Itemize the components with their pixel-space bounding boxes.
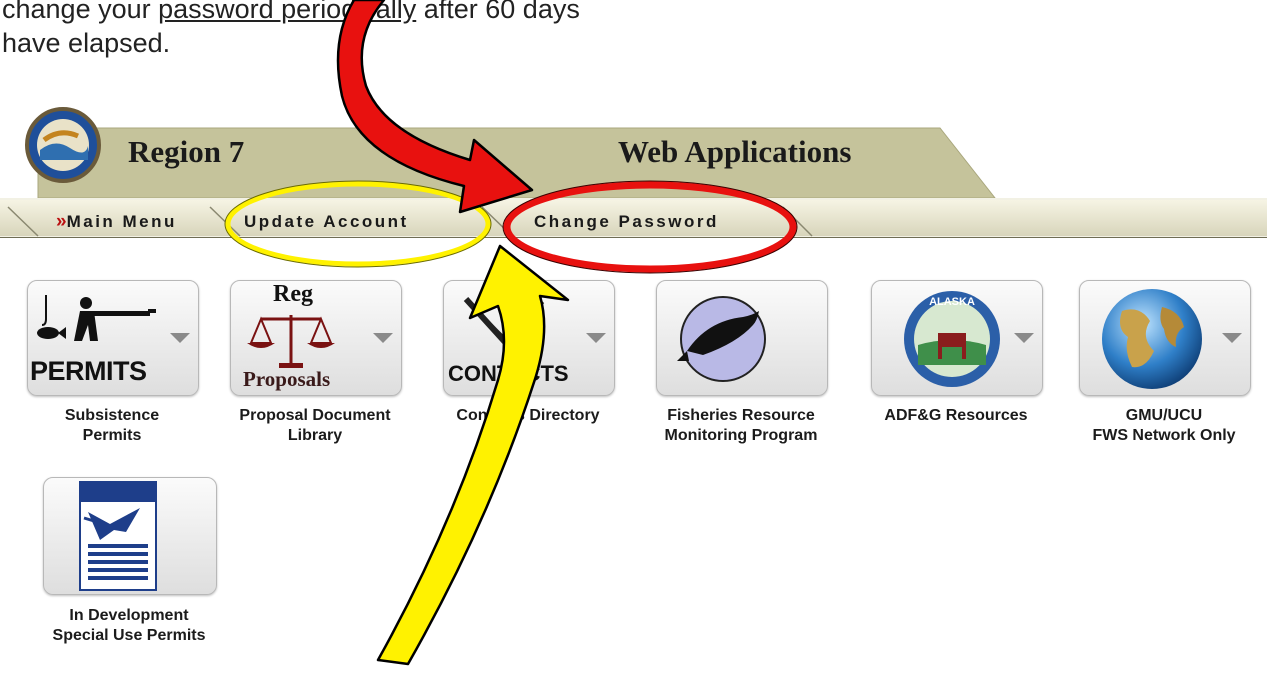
subsistence-permits-label[interactable]: Subsistence Permits	[12, 406, 212, 446]
proposal-library-label[interactable]: Proposal Document Library	[215, 406, 415, 446]
fish-icon	[677, 296, 766, 382]
special-use-permits-label[interactable]: In Development Special Use Permits	[29, 606, 229, 646]
gmu-ucu-tile[interactable]	[1079, 280, 1251, 396]
seal-text: ALASKA	[929, 296, 975, 308]
gmu-ucu-label[interactable]: GMU/UCU FWS Network Only	[1064, 406, 1264, 446]
fisheries-resource-tile[interactable]	[656, 280, 828, 396]
intro-line-1: change your password periodically after …	[2, 0, 580, 26]
reg-tile-word: Reg	[273, 281, 313, 307]
main-menu-tab[interactable]: »Main Menu	[56, 208, 177, 236]
contacts-tile-word: CONTACTS	[448, 361, 569, 386]
fisheries-resource-label[interactable]: Fisheries Resource Monitoring Program	[641, 406, 841, 446]
special-use-permits-tile[interactable]	[43, 477, 217, 595]
contacts-directory-tile[interactable]: CONTACTS	[443, 280, 615, 396]
adfg-resources-tile[interactable]: ALASKA	[871, 280, 1043, 396]
contacts-directory-label[interactable]: Contacts Directory	[428, 406, 628, 426]
web-applications-title: Web Applications	[618, 134, 852, 169]
intro-line-2: have elapsed.	[2, 28, 171, 58]
dropdown-caret-icon[interactable]	[373, 333, 393, 343]
dropdown-caret-icon[interactable]	[1222, 333, 1242, 343]
update-account-tab[interactable]: Update Account	[244, 208, 409, 236]
permits-tile-word: PERMITS	[30, 356, 147, 386]
double-chevron-icon: »	[56, 211, 67, 232]
dropdown-caret-icon[interactable]	[1014, 333, 1034, 343]
intro-text: change your password periodically after …	[2, 0, 580, 60]
nwrs-icon	[79, 481, 157, 591]
change-password-tab[interactable]: Change Password	[534, 208, 719, 236]
dropdown-caret-icon[interactable]	[170, 333, 190, 343]
adfg-resources-label[interactable]: ADF&G Resources	[856, 406, 1056, 426]
region-logo	[25, 107, 101, 183]
password-periodically-link: password periodically	[158, 0, 417, 24]
dropdown-caret-icon[interactable]	[586, 333, 606, 343]
region-title: Region 7	[128, 134, 245, 169]
proposals-tile-word: Proposals	[243, 367, 331, 391]
subsistence-permits-tile[interactable]: PERMITS	[27, 280, 199, 396]
proposal-library-tile[interactable]: Reg Proposals	[230, 280, 402, 396]
